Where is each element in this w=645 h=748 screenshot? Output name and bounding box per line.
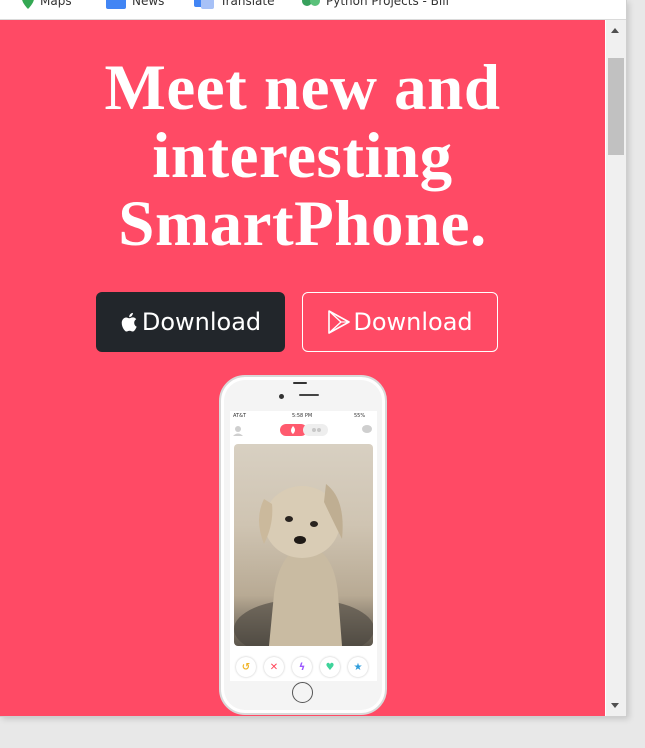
vertical-scrollbar[interactable] xyxy=(606,20,626,716)
headline-line-1: Meet new and xyxy=(104,52,501,124)
bookmarks-bar: Maps News Translate Python Projects - Bi… xyxy=(0,0,626,20)
bookmark-label: Maps xyxy=(40,0,72,8)
rewind-icon[interactable]: ↺ xyxy=(236,657,256,677)
phone-top-line xyxy=(293,382,307,384)
scroll-down-arrow-icon[interactable] xyxy=(611,703,619,708)
google-play-icon xyxy=(327,310,351,334)
bookmark-python-projects[interactable]: Python Projects - Bill xyxy=(302,0,449,9)
bookmark-label: Python Projects - Bill xyxy=(326,0,449,8)
translate-icon xyxy=(194,0,214,9)
headline-line-2: interesting xyxy=(152,120,453,192)
nope-icon[interactable]: ✕ xyxy=(264,657,284,677)
phone-speaker xyxy=(299,394,319,396)
phone-home-button xyxy=(292,682,313,703)
phone-status-bar: AT&T 5:58 PM 55% xyxy=(230,412,377,421)
scroll-up-arrow-icon[interactable] xyxy=(611,28,619,33)
carrier-text: AT&T xyxy=(233,413,247,419)
app-top-bar xyxy=(230,422,377,438)
phone-screen: AT&T 5:58 PM 55% ↺ ✕ ϟ ♥ ★ xyxy=(230,411,377,681)
scroll-thumb[interactable] xyxy=(608,58,624,155)
hero-headline: Meet new and interesting SmartPhone. xyxy=(0,54,605,258)
bookmark-label: Translate xyxy=(220,0,275,8)
like-icon[interactable]: ♥ xyxy=(320,657,340,677)
bookmark-maps[interactable]: Maps xyxy=(22,0,72,9)
bookmark-news[interactable]: News xyxy=(106,0,164,9)
swipe-actions: ↺ ✕ ϟ ♥ ★ xyxy=(230,657,377,679)
news-icon xyxy=(106,0,126,9)
bookmark-translate[interactable]: Translate xyxy=(194,0,275,9)
headline-line-3: SmartPhone. xyxy=(118,188,487,260)
bookmark-label: News xyxy=(132,0,165,8)
boost-icon[interactable]: ϟ xyxy=(292,657,312,677)
phone-camera xyxy=(279,394,284,399)
battery-text: 55% xyxy=(354,413,366,419)
apple-icon xyxy=(120,311,140,333)
app-store-download-label: Download xyxy=(141,308,262,336)
time-text: 5:58 PM xyxy=(292,413,313,419)
phone-mockup: AT&T 5:58 PM 55% ↺ ✕ ϟ ♥ ★ xyxy=(219,375,387,715)
browser-window: Maps News Translate Python Projects - Bi… xyxy=(0,0,627,717)
google-play-download-label: Download xyxy=(353,308,473,336)
hero-section: Meet new and interesting SmartPhone. Dow… xyxy=(0,20,605,716)
maps-pin-icon xyxy=(22,0,34,9)
app-store-download-button[interactable]: Download xyxy=(96,292,285,352)
profile-photo xyxy=(234,444,373,646)
super-like-icon[interactable]: ★ xyxy=(348,657,368,677)
python-projects-icon xyxy=(302,0,320,6)
google-play-download-button[interactable]: Download xyxy=(302,292,498,352)
